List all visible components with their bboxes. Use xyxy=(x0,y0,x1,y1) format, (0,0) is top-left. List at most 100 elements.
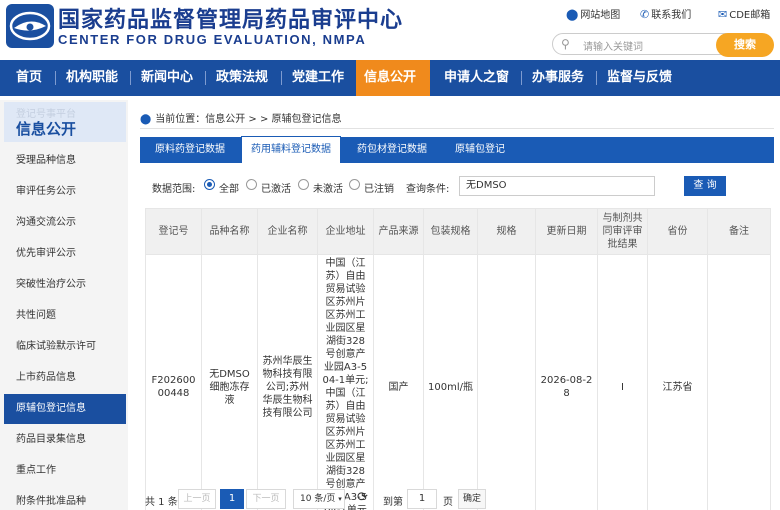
sidebar-item-registration-info[interactable]: 原辅包登记信息 xyxy=(4,394,126,424)
radio-cancelled[interactable] xyxy=(349,179,360,190)
condition-input[interactable]: 无DMSO xyxy=(459,176,655,196)
sidebar-item-accepted[interactable]: 受理品种信息 xyxy=(4,146,126,176)
nav-item-feedback[interactable]: 监督与反馈 xyxy=(607,60,672,96)
col-province: 省份 xyxy=(647,208,708,255)
contact-label: 联系我们 xyxy=(651,10,692,21)
results-table: 登记号 品种名称 企业名称 企业地址 产品来源 包装规格 规格 更新日期 与制剂… xyxy=(145,208,771,510)
col-source: 产品来源 xyxy=(373,208,424,255)
page-unit-label: 页 xyxy=(443,497,453,508)
col-product-name: 品种名称 xyxy=(201,208,258,255)
refresh-icon[interactable]: ⟳ xyxy=(357,490,368,505)
query-button[interactable]: 查 询 xyxy=(684,176,726,196)
sidebar-title: 信息公开 xyxy=(16,120,77,138)
site-title-en: CENTER FOR DRUG EVALUATION, NMPA xyxy=(58,32,367,47)
cell-updated: 2026-08-28 xyxy=(535,254,598,510)
goto-label: 到第 xyxy=(383,497,403,508)
sidebar-item-conditional[interactable]: 附条件批准品种 xyxy=(4,487,126,510)
sidebar-header: 登记号事平台 信息公开 xyxy=(4,102,126,142)
phone-icon: ✆ xyxy=(640,8,650,21)
prev-page-button[interactable]: 上一页 xyxy=(178,489,216,509)
radio-active[interactable] xyxy=(246,179,257,190)
tab-bar: 原料药登记数据 药用辅料登记数据 药包材登记数据 原辅包登记 xyxy=(140,136,774,163)
cell-remarks xyxy=(707,254,771,510)
nav-item-policy[interactable]: 政策法规 xyxy=(216,60,268,96)
contact-link[interactable]: ✆ 联系我们 xyxy=(640,6,691,21)
sidebar-item-communication[interactable]: 沟通交流公示 xyxy=(4,208,126,238)
cell-spec xyxy=(477,254,536,510)
breadcrumb-text: 当前位置：信息公开 > > 原辅包登记信息 xyxy=(155,114,342,125)
condition-label: 查询条件: xyxy=(406,184,450,195)
site-title-cn: 国家药品监督管理局药品审评中心 xyxy=(58,8,404,33)
nav-divider xyxy=(281,71,282,85)
nav-divider xyxy=(55,71,56,85)
main-nav: 首页 机构职能 新闻中心 政策法规 党建工作 信息公开 申请人之窗 办事服务 监… xyxy=(0,60,780,96)
sitemap-link[interactable]: ⬤ 网站地图 xyxy=(566,6,620,21)
site-header: 国家药品监督管理局药品审评中心 CENTER FOR DRUG EVALUATI… xyxy=(0,0,780,60)
sidebar-item-listed-drugs[interactable]: 上市药品信息 xyxy=(4,363,126,393)
location-pin-icon: ⬤ xyxy=(566,8,579,21)
col-joint-review: 与制剂共同审评审批结果 xyxy=(597,208,648,255)
tab-excipients[interactable]: 药用辅料登记数据 xyxy=(241,136,341,163)
search-placeholder: 请输入关键词 xyxy=(583,42,643,53)
cell-province: 江苏省 xyxy=(647,254,708,510)
mail-label: CDE邮箱 xyxy=(729,10,771,21)
page-size-select[interactable]: 10 条/页 ▾ xyxy=(293,489,345,509)
table-row[interactable]: F20260000448 无DMSO细胞冻存液 苏州华辰生物科技有限公司;苏州华… xyxy=(145,254,771,510)
radio-inactive[interactable] xyxy=(298,179,309,190)
location-pin-icon: ⬤ xyxy=(140,114,152,125)
radio-cancelled-label: 已注销 xyxy=(364,184,394,195)
next-page-button[interactable]: 下一页 xyxy=(246,489,286,509)
breadcrumb: ⬤ 当前位置：信息公开 > > 原辅包登记信息 xyxy=(140,110,342,125)
page: 国家药品监督管理局药品审评中心 CENTER FOR DRUG EVALUATI… xyxy=(0,0,780,510)
mail-icon: ✉ xyxy=(718,8,728,21)
nav-divider xyxy=(130,71,131,85)
radio-all-label: 全部 xyxy=(219,184,239,195)
cell-company-address: 中国（江苏）自由贸易试验区苏州片区苏州工业园区星湖街328号创意产业园A3-50… xyxy=(317,254,374,510)
nav-item-functions[interactable]: 机构职能 xyxy=(66,60,118,96)
cell-source: 国产 xyxy=(373,254,424,510)
sidebar-item-breakthrough[interactable]: 突破性治疗公示 xyxy=(4,270,126,300)
confirm-button[interactable]: 确定 xyxy=(458,489,486,509)
col-company-name: 企业名称 xyxy=(257,208,318,255)
nav-item-news[interactable]: 新闻中心 xyxy=(141,60,193,96)
search-input[interactable]: ⚲ 请输入关键词 xyxy=(552,33,742,55)
sidebar-item-review-tasks[interactable]: 审评任务公示 xyxy=(4,177,126,207)
tab-packaging[interactable]: 药包材登记数据 xyxy=(342,137,442,163)
total-count: 共 1 条 xyxy=(145,497,178,508)
chevron-down-icon: ▾ xyxy=(338,495,342,503)
sidebar-item-key-work[interactable]: 重点工作 xyxy=(4,456,126,486)
sidebar-item-clinical-trial[interactable]: 临床试验默示许可 xyxy=(4,332,126,362)
cell-product-name: 无DMSO细胞冻存液 xyxy=(201,254,258,510)
nav-item-info-public[interactable]: 信息公开 xyxy=(356,60,430,96)
col-company-address: 企业地址 xyxy=(317,208,374,255)
search-button[interactable]: 搜索 xyxy=(716,33,774,57)
nav-divider xyxy=(205,71,206,85)
mail-link[interactable]: ✉ CDE邮箱 xyxy=(718,6,770,21)
search-bar: ⚲ 请输入关键词 搜索 xyxy=(552,33,774,57)
page-size-value: 10 条/页 xyxy=(300,494,336,504)
cell-company-name: 苏州华辰生物科技有限公司;苏州华辰生物科技有限公司 xyxy=(257,254,318,510)
tab-api[interactable]: 原料药登记数据 xyxy=(140,137,240,163)
page-number-button[interactable]: 1 xyxy=(220,489,244,509)
cell-joint-review: I xyxy=(597,254,648,510)
cell-reg-no: F20260000448 xyxy=(145,254,202,510)
nav-item-services[interactable]: 办事服务 xyxy=(532,60,584,96)
nav-item-party[interactable]: 党建工作 xyxy=(292,60,344,96)
scope-label: 数据范围: xyxy=(152,184,196,195)
col-reg-no: 登记号 xyxy=(145,208,202,255)
sidebar: 登记号事平台 信息公开 受理品种信息 审评任务公示 沟通交流公示 优先审评公示 … xyxy=(0,100,128,510)
sidebar-item-catalog[interactable]: 药品目录集信息 xyxy=(4,425,126,455)
col-spec: 规格 xyxy=(477,208,536,255)
sidebar-item-common-issues[interactable]: 共性问题 xyxy=(4,301,126,331)
page-jump-input[interactable]: 1 xyxy=(407,489,437,509)
col-updated: 更新日期 xyxy=(535,208,598,255)
sidebar-item-priority[interactable]: 优先审评公示 xyxy=(4,239,126,269)
radio-inactive-label: 未激活 xyxy=(313,184,343,195)
tab-registration[interactable]: 原辅包登记 xyxy=(440,137,520,163)
cell-package: 100ml/瓶 xyxy=(423,254,478,510)
nav-item-applicant[interactable]: 申请人之窗 xyxy=(444,60,509,96)
sitemap-label: 网站地图 xyxy=(580,10,621,21)
table-header-row: 登记号 品种名称 企业名称 企业地址 产品来源 包装规格 规格 更新日期 与制剂… xyxy=(145,208,771,255)
nav-item-home[interactable]: 首页 xyxy=(16,60,42,96)
radio-all[interactable] xyxy=(204,179,215,190)
